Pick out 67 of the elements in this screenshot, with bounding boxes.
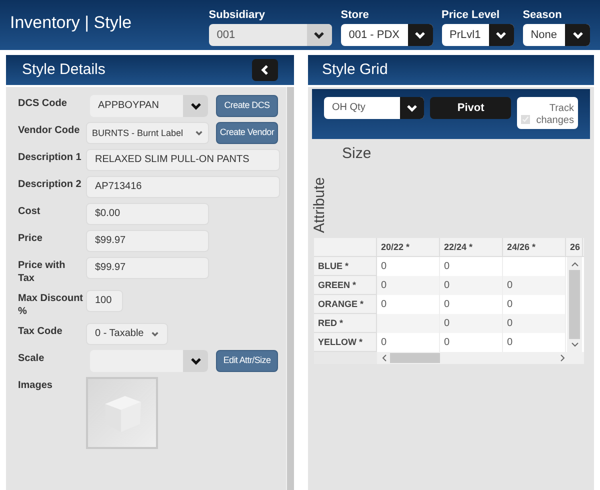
page-title: Inventory | Style — [10, 12, 132, 34]
chevron-down-icon — [313, 29, 326, 41]
field-label: Scale — [17, 352, 46, 365]
text-field[interactable]: AP713416 — [86, 176, 280, 198]
select-field[interactable]: BURNTS - Burnt Label — [86, 122, 209, 144]
scroll-up-icon — [570, 260, 578, 268]
column-header[interactable]: 22/24 * — [440, 238, 503, 256]
chevron-left-icon — [259, 64, 271, 76]
column-header[interactable]: 20/22 * — [377, 238, 440, 256]
checkbox-label: Track changes — [536, 103, 574, 127]
text-field[interactable]: $0.00 — [86, 203, 209, 225]
filter-label: Price Level — [442, 8, 501, 21]
action-button[interactable]: Create Vendor — [216, 122, 278, 144]
field-label: Images — [17, 379, 54, 392]
field-label: Price with Tax — [17, 259, 66, 285]
field-label: Tax Code — [17, 325, 64, 338]
collapse-button[interactable] — [252, 59, 278, 81]
action-button[interactable]: Create DCS — [216, 95, 278, 117]
select-field[interactable]: 0 - Taxable — [86, 323, 168, 345]
measure-dropdown[interactable]: OH Qty — [324, 97, 424, 119]
filter-label: Season — [522, 8, 563, 21]
field-label: Max Discount % — [17, 292, 84, 318]
field-label: Cost — [17, 205, 42, 218]
row-header[interactable]: ORANGE * — [314, 295, 377, 314]
chevron-down-icon — [195, 129, 203, 137]
scroll-right-icon — [559, 354, 567, 362]
filter-dropdown[interactable]: PrLvl1 — [442, 24, 514, 46]
scroll-down-icon — [570, 341, 578, 349]
field-label: Description 2 — [17, 178, 82, 191]
row-header[interactable]: YELLOW * — [314, 333, 377, 352]
pivot-button[interactable]: Pivot — [430, 97, 512, 119]
chevron-down-icon — [572, 29, 584, 41]
panel-title: Style Details — [22, 60, 106, 80]
field-label: DCS Code — [17, 97, 68, 110]
text-field[interactable]: RELAXED SLIM PULL-ON PANTS — [86, 149, 280, 171]
chevron-down-icon — [414, 29, 426, 41]
filter-dropdown[interactable]: 001 — [208, 24, 332, 46]
field-label: Description 1 — [17, 151, 82, 164]
row-header[interactable]: RED * — [314, 314, 377, 333]
image-placeholder[interactable] — [86, 377, 158, 449]
text-field[interactable]: $99.97 — [86, 230, 209, 252]
filter-label: Subsidiary — [208, 8, 266, 21]
row-header[interactable]: BLUE * — [314, 257, 377, 276]
chevron-down-icon — [495, 29, 508, 41]
row-axis-label: Attribute — [312, 176, 328, 233]
field-label: Price — [17, 232, 44, 245]
combo-field[interactable] — [90, 350, 208, 372]
chevron-down-icon — [190, 100, 202, 112]
filter-dropdown[interactable]: None — [522, 24, 590, 46]
filter-label: Store — [340, 8, 370, 21]
vertical-scrollbar[interactable] — [567, 257, 582, 352]
field-label: Vendor Code — [17, 124, 81, 137]
column-header[interactable]: 26 — [566, 238, 583, 256]
text-field[interactable]: $99.97 — [86, 257, 209, 279]
chevron-down-icon — [151, 330, 159, 338]
action-button[interactable]: Edit Attr/Size — [216, 350, 278, 372]
scroll-left-icon — [380, 354, 388, 362]
chevron-down-icon — [406, 102, 418, 114]
scrollbar[interactable] — [286, 87, 294, 490]
row-header[interactable]: GREEN * — [314, 276, 377, 295]
text-field[interactable]: 100 — [86, 290, 123, 312]
column-axis-label: Size — [342, 144, 372, 164]
panel-title: Style Grid — [322, 60, 388, 80]
column-header[interactable]: 24/26 * — [503, 238, 566, 256]
filter-dropdown[interactable]: 001 - PDX — [340, 24, 433, 46]
chevron-down-icon — [190, 355, 202, 367]
combo-field[interactable]: APPBOYPAN — [90, 95, 208, 117]
